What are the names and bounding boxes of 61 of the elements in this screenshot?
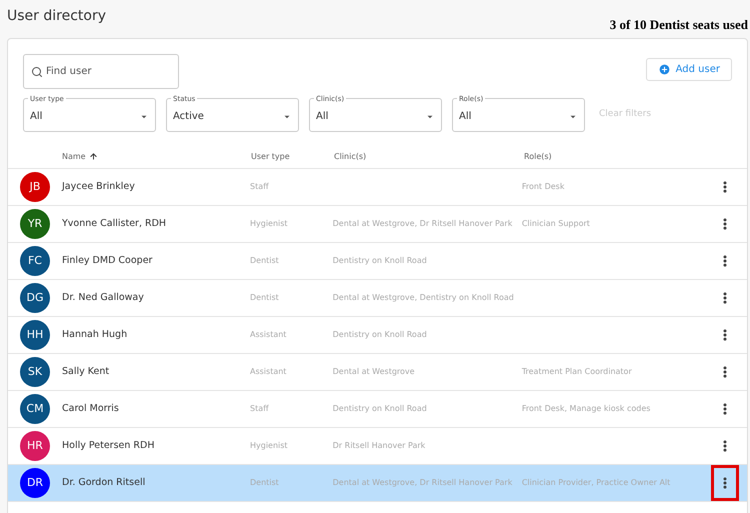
more-menu-button[interactable] [710, 465, 739, 501]
user-type: Assistant [250, 329, 286, 341]
clinics: Dental at Westgrove, Dr Ritsell Hanover Park [332, 218, 512, 230]
user-row[interactable]: HH Hannah Hugh Assistant Dentistry on Knoll Road [8, 317, 747, 354]
clinics: Dentistry on Knoll Road [332, 255, 427, 267]
user-row[interactable]: YR Yvonne Callister, RDH Hygienist Dental at Westgrove, Dr Ritsell Hanover Park Clinician Support [8, 206, 747, 243]
column-header[interactable]: Role(s) [524, 150, 552, 162]
page-title: User directory [7, 7, 106, 26]
clinics: Dental at Westgrove [332, 366, 415, 378]
roles: Clinician Provider, Practice Owner Alt [522, 477, 670, 489]
clinics: Dentistry on Knoll Road [332, 329, 427, 341]
user-row[interactable]: CM Carol Morris Staff Dentistry on Knoll Road Front Desk, Manage kiosk codes [8, 391, 747, 428]
column-header[interactable]: Name [62, 150, 98, 162]
column-header[interactable]: User type [251, 150, 290, 162]
avatar: CM [20, 394, 50, 424]
sort-arrow-icon [88, 152, 98, 161]
user-row[interactable]: DR Dr. Gordon Ritsell Dentist Dental at Westgrove, Dr Ritsell Hanover Park Clinician Provider, Practice Owner Alt [8, 465, 747, 502]
search-field[interactable]: Find user [23, 54, 179, 89]
user-name: Sally Kent [62, 364, 110, 379]
user-row[interactable]: FC Finley DMD Cooper Dentist Dentistry on Knoll Road [8, 243, 747, 280]
avatar: HR [20, 431, 50, 461]
roles: Clinician Support [522, 218, 590, 230]
clinics: Dr Ritsell Hanover Park [332, 440, 426, 452]
avatar: SK [20, 357, 50, 387]
clinics: Dentistry on Knoll Road [332, 403, 427, 415]
avatar: FC [20, 246, 50, 276]
avatar: DG [20, 283, 50, 313]
user-type: Dentist [250, 477, 279, 489]
search-icon [31, 66, 43, 78]
user-type: Assistant [250, 366, 286, 378]
user-name: Dr. Ned Galloway [62, 290, 144, 305]
user-name: Yvonne Callister, RDH [62, 216, 166, 231]
user-name: Hannah Hugh [62, 328, 128, 342]
seats-count: 3 of 10 Dentist seats used [610, 16, 748, 34]
clinics: Dental at Westgrove, Dentistry on Knoll Road [332, 292, 514, 304]
user-row[interactable]: SK Sally Kent Assistant Dental at Westgrove Treatment Plan Coordinator [8, 354, 747, 391]
plus-icon [658, 63, 671, 76]
roles: Treatment Plan Coordinator [522, 366, 632, 378]
roles: Front Desk [522, 181, 564, 193]
user-type: Hygienist [250, 218, 288, 230]
avatar: DR [20, 468, 50, 498]
roles: Front Desk, Manage kiosk codes [522, 403, 650, 415]
avatar: JB [20, 172, 50, 202]
user-name: Dr. Gordon Ritsell [62, 476, 146, 490]
user-type: Hygienist [250, 440, 288, 452]
user-row[interactable]: JB Jaycee Brinkley Staff Front Desk [8, 169, 747, 206]
add-user-button[interactable]: Add user [646, 58, 732, 81]
avatar: HH [20, 320, 50, 350]
user-row[interactable]: DG Dr. Ned Galloway Dentist Dental at Westgrove, Dentistry on Knoll Road [8, 280, 747, 317]
column-header[interactable]: Clinic(s) [334, 150, 366, 162]
user-type: Staff [250, 403, 269, 415]
user-type: Staff [250, 181, 269, 193]
user-name: Holly Petersen RDH [62, 438, 154, 453]
avatar: YR [20, 209, 50, 239]
user-row[interactable]: HR Holly Petersen RDH Hygienist Dr Ritsell Hanover Park [8, 428, 747, 465]
clinics: Dental at Westgrove, Dr Ritsell Hanover Park [332, 477, 512, 489]
user-name: Jaycee Brinkley [62, 180, 135, 194]
user-type: Dentist [250, 255, 279, 267]
user-name: Finley DMD Cooper [62, 254, 152, 268]
user-type: Dentist [250, 292, 279, 304]
user-name: Carol Morris [62, 402, 119, 416]
